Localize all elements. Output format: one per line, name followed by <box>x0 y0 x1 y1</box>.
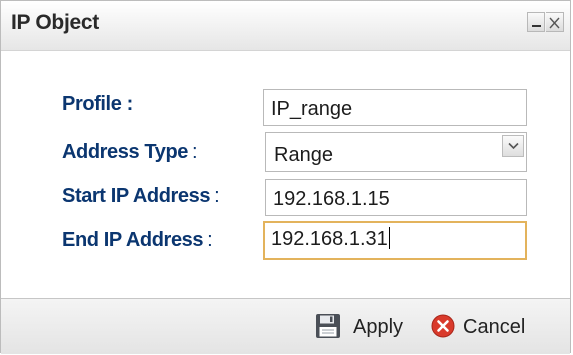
end-ip-colon: : <box>207 229 213 251</box>
minimize-icon <box>532 25 541 27</box>
address-type-dropdown-button[interactable] <box>502 135 524 157</box>
profile-label: Profile : <box>62 93 133 116</box>
dialog-titlebar: IP Object <box>1 1 570 51</box>
address-type-label-text: Address Type <box>62 141 188 163</box>
minimize-button[interactable] <box>527 12 545 32</box>
close-icon <box>549 17 560 29</box>
apply-button-label: Apply <box>353 316 404 338</box>
floppy-disk-icon <box>316 314 340 338</box>
cancel-button[interactable]: Cancel <box>431 313 553 339</box>
address-type-label: Address Type: <box>62 141 198 164</box>
text-caret <box>388 227 390 249</box>
profile-label-text: Profile : <box>62 93 133 115</box>
start-ip-colon: : <box>214 185 220 207</box>
address-type-select[interactable]: Range <box>265 132 527 172</box>
start-ip-label: Start IP Address: <box>62 185 220 208</box>
chevron-down-icon <box>508 142 519 150</box>
cancel-button-label: Cancel <box>463 316 526 338</box>
start-ip-label-text: Start IP Address <box>62 185 211 207</box>
dialog-footer: Apply Cancel <box>1 298 570 354</box>
close-button[interactable] <box>546 12 564 32</box>
end-ip-input-value: 192.168.1.31 <box>271 228 388 250</box>
address-type-selected-value: Range <box>274 144 333 166</box>
dialog-title: IP Object <box>11 11 99 34</box>
ip-object-dialog: IP Object Profile : Address Type: Range <box>0 0 571 354</box>
start-ip-input[interactable] <box>265 179 527 216</box>
end-ip-label: End IP Address: <box>62 229 213 252</box>
apply-button[interactable]: Apply <box>315 313 415 339</box>
cancel-x-icon <box>431 314 455 338</box>
end-ip-input[interactable]: 192.168.1.31 <box>263 221 527 260</box>
address-type-colon: : <box>191 141 198 163</box>
end-ip-label-text: End IP Address <box>62 229 204 251</box>
profile-input[interactable] <box>263 89 527 126</box>
